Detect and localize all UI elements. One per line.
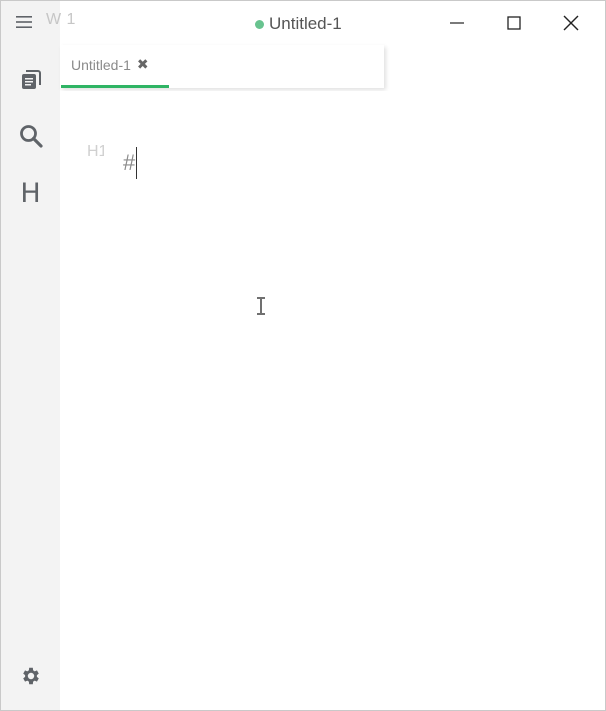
tab-label: Untitled-1 (71, 57, 131, 73)
sidebar: H (1, 1, 60, 710)
menu-button[interactable] (9, 8, 39, 36)
ibeam-cursor-icon (257, 297, 265, 315)
minimize-icon (450, 22, 464, 24)
heading-icon: H (20, 177, 41, 209)
unsaved-indicator-icon (255, 19, 264, 29)
search-icon (19, 125, 43, 148)
files-button[interactable] (1, 63, 60, 97)
tab-close-icon[interactable]: ✖ (137, 58, 149, 72)
window-title: Untitled-1 (269, 14, 342, 33)
close-button[interactable] (543, 1, 599, 45)
editor-line[interactable]: # (123, 147, 138, 179)
tab-untitled-1[interactable]: Untitled-1 ✖ (61, 45, 169, 88)
word-count: W 1 (46, 11, 76, 28)
window-title-group: Untitled-1 (255, 13, 342, 35)
search-button[interactable] (1, 119, 60, 153)
editor-text: # (123, 150, 136, 175)
heading-level-marker: H1 (87, 143, 104, 160)
toc-button[interactable]: H (1, 175, 60, 211)
maximize-button[interactable] (486, 1, 542, 45)
editor-area[interactable]: H1 # (60, 91, 605, 710)
tab-bar: Untitled-1 ✖ (60, 45, 384, 88)
gear-icon (22, 667, 39, 685)
hamburger-icon (16, 16, 32, 28)
files-icon (21, 70, 41, 89)
text-caret (136, 147, 138, 179)
app-window: H W 1 Untitled-1 Untitled-1 ✖ H # (0, 0, 606, 711)
close-icon (563, 15, 579, 31)
maximize-icon (507, 16, 521, 30)
settings-button[interactable] (1, 659, 60, 693)
minimize-button[interactable] (429, 1, 485, 45)
